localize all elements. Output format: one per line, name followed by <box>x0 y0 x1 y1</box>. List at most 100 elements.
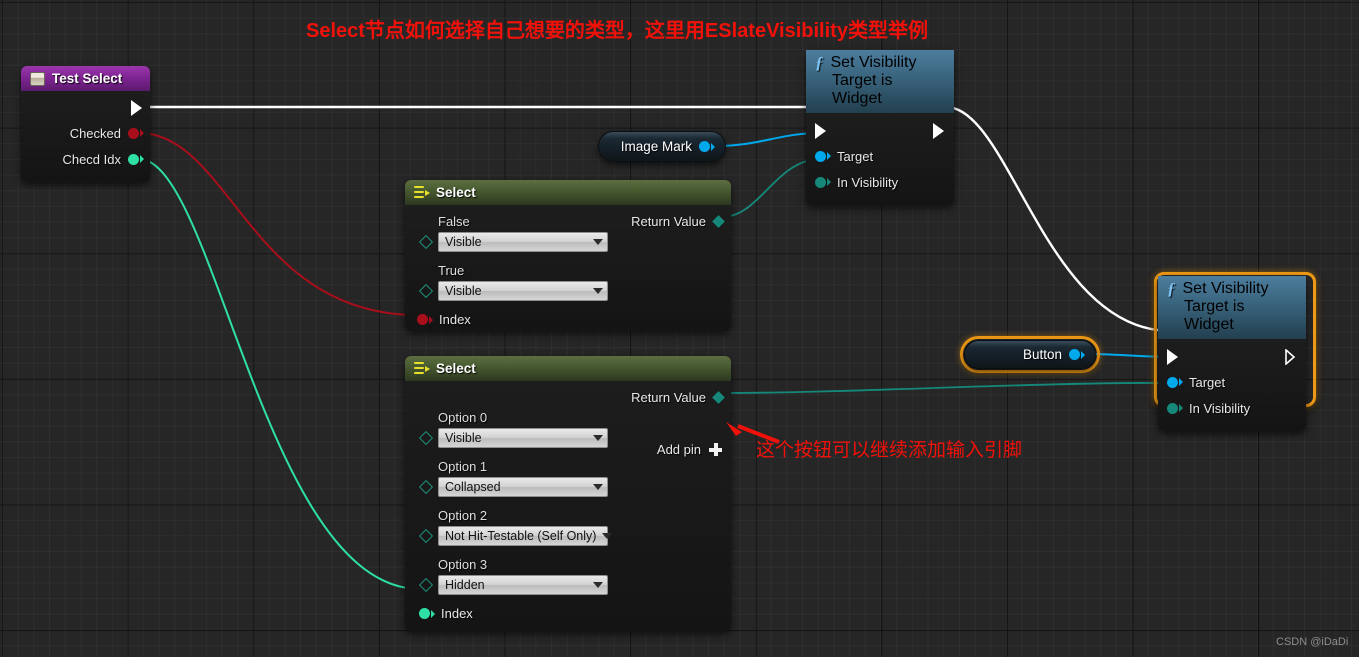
pin-row-target[interactable]: Target <box>1158 369 1306 395</box>
option-0-value: Visible <box>445 431 482 445</box>
select-int-option-2[interactable]: Option 2 Not Hit-Testable (Self Only) <box>421 508 608 546</box>
button-pin-arrow <box>1081 351 1085 359</box>
pin-row-in-visibility[interactable]: In Visibility <box>806 169 954 195</box>
option-label-false: False <box>438 214 608 229</box>
select-int-title: Select <box>436 361 476 376</box>
select-icon <box>414 362 429 375</box>
pin-row-exec[interactable] <box>1158 345 1306 369</box>
option-3-value: Hidden <box>445 578 485 592</box>
target-pin-arrow <box>1179 378 1183 386</box>
pin-row-in-visibility[interactable]: In Visibility <box>1158 395 1306 421</box>
option-false-input-pin-icon[interactable] <box>419 235 433 249</box>
option-2-input-pin-icon[interactable] <box>419 529 433 543</box>
option-3-input-pin-icon[interactable] <box>419 578 433 592</box>
pin-label-target: Target <box>837 149 873 164</box>
in-visibility-pin-arrow <box>1179 404 1183 412</box>
option-2-dropdown[interactable]: Not Hit-Testable (Self Only) <box>438 526 608 546</box>
pin-label-checked: Checked <box>70 126 121 141</box>
node-set-visibility-1[interactable]: ƒ Set Visibility Target is Widget Target… <box>806 50 954 205</box>
test-select-body: Checked Checd Idx <box>21 91 150 182</box>
pin-row-checked-idx[interactable]: Checd Idx <box>21 146 150 172</box>
exec-in-pin-icon[interactable] <box>815 123 826 139</box>
select-bool-index-row[interactable]: Index <box>417 312 471 327</box>
node-test-select[interactable]: Test Select Checked Checd Idx <box>21 66 150 182</box>
add-pin-annotation-text: 这个按钮可以继续添加输入引脚 <box>756 435 1022 462</box>
chevron-down-icon <box>602 533 612 539</box>
checked-idx-pin-icon[interactable] <box>128 154 139 165</box>
button-out-pin-icon[interactable] <box>1069 349 1080 360</box>
node-select-int[interactable]: Select Return Value Add pin Option 0 Vis… <box>405 356 731 631</box>
option-true-dropdown[interactable]: Visible <box>438 281 608 301</box>
option-true-value: Visible <box>445 284 482 298</box>
set-visibility-1-title: Set Visibility <box>831 54 917 72</box>
exec-out-pin-icon[interactable] <box>131 100 142 116</box>
event-node-icon <box>30 72 45 86</box>
select-bool-option-1[interactable]: True Visible <box>421 263 608 301</box>
target-pin-icon[interactable] <box>815 151 826 162</box>
blueprint-graph-canvas[interactable]: Select节点如何选择自己想要的类型，这里用ESlateVisibility类… <box>0 0 1359 657</box>
checked-pin-icon[interactable] <box>128 128 139 139</box>
index-pin-icon[interactable] <box>419 608 430 619</box>
chevron-down-icon <box>593 582 603 588</box>
exec-in-pin-icon[interactable] <box>1167 349 1178 365</box>
pin-row-target[interactable]: Target <box>806 143 954 169</box>
return-value-pin-icon[interactable] <box>712 215 725 228</box>
index-pin-icon[interactable] <box>417 314 428 325</box>
node-set-visibility-2[interactable]: ƒ Set Visibility Target is Widget Target… <box>1158 276 1306 431</box>
index-pin-arrow <box>431 610 435 618</box>
add-pin-plus-icon[interactable] <box>709 443 722 456</box>
pin-row-exec[interactable] <box>806 119 954 143</box>
select-int-option-3[interactable]: Option 3 Hidden <box>421 557 608 595</box>
return-value-label: Return Value <box>631 390 706 405</box>
option-1-input-pin-icon[interactable] <box>419 480 433 494</box>
option-true-input-pin-icon[interactable] <box>419 284 433 298</box>
set-visibility-2-title: Set Visibility <box>1183 280 1269 298</box>
node-image-mark[interactable]: Image Mark <box>598 131 726 162</box>
pin-label-target: Target <box>1189 375 1225 390</box>
add-pin-row[interactable]: Add pin <box>657 442 722 457</box>
in-visibility-pin-icon[interactable] <box>815 177 826 188</box>
image-mark-out-pin-icon[interactable] <box>699 141 710 152</box>
checked-pin-arrow <box>140 129 144 137</box>
pin-label-checked-idx: Checd Idx <box>62 152 121 167</box>
return-value-pin-icon[interactable] <box>712 391 725 404</box>
index-pin-arrow <box>429 316 433 324</box>
select-bool-body: Return Value False Visible True <box>405 205 731 331</box>
select-int-option-0[interactable]: Option 0 Visible <box>421 410 608 448</box>
image-mark-pin-arrow <box>711 143 715 151</box>
option-1-label: Option 1 <box>438 459 608 474</box>
select-int-option-1[interactable]: Option 1 Collapsed <box>421 459 608 497</box>
set-visibility-2-body: Target In Visibility <box>1158 339 1306 431</box>
select-bool-option-0[interactable]: False Visible <box>421 214 608 252</box>
option-1-dropdown[interactable]: Collapsed <box>438 477 608 497</box>
option-0-dropdown[interactable]: Visible <box>438 428 608 448</box>
exec-out-pin-icon[interactable] <box>933 123 944 139</box>
chevron-down-icon <box>593 288 603 294</box>
function-icon: ƒ <box>1167 281 1176 297</box>
select-int-return-row[interactable]: Return Value <box>631 390 723 405</box>
select-int-title-bar: Select <box>405 356 731 381</box>
in-visibility-pin-icon[interactable] <box>1167 403 1178 414</box>
target-pin-icon[interactable] <box>1167 377 1178 388</box>
pin-row-checked[interactable]: Checked <box>21 120 150 146</box>
set-visibility-2-title-bar: ƒ Set Visibility Target is Widget <box>1158 276 1306 339</box>
exec-out-pin-icon[interactable] <box>1285 349 1296 365</box>
watermark: CSDN @iDaDi <box>1276 636 1348 648</box>
set-visibility-1-title-bar: ƒ Set Visibility Target is Widget <box>806 50 954 113</box>
pin-row-exec-out[interactable] <box>21 96 150 120</box>
pin-label-in-visibility: In Visibility <box>1189 401 1250 416</box>
option-false-value: Visible <box>445 235 482 249</box>
option-0-input-pin-icon[interactable] <box>419 431 433 445</box>
function-icon: ƒ <box>815 55 824 71</box>
test-select-title-bar: Test Select <box>21 66 150 91</box>
option-false-dropdown[interactable]: Visible <box>438 232 608 252</box>
checked-idx-pin-arrow <box>140 155 144 163</box>
option-1-value: Collapsed <box>445 480 501 494</box>
select-bool-return-row[interactable]: Return Value <box>631 214 723 229</box>
node-select-bool[interactable]: Select Return Value False Visible <box>405 180 731 331</box>
select-int-index-row[interactable]: Index <box>419 606 473 621</box>
node-button[interactable]: Button <box>964 340 1096 369</box>
option-3-dropdown[interactable]: Hidden <box>438 575 608 595</box>
option-label-true: True <box>438 263 608 278</box>
select-icon <box>414 186 429 199</box>
